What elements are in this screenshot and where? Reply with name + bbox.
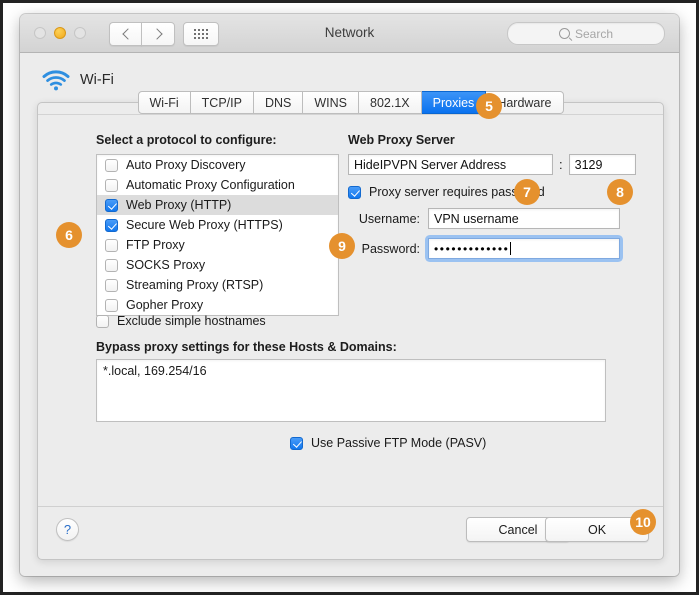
colon-separator: : xyxy=(559,157,563,172)
screen-frame: Network Search Wi-Fi Wi-Fi TCP/IP DNS WI… xyxy=(0,0,699,595)
passive-ftp-label: Use Passive FTP Mode (PASV) xyxy=(311,436,487,450)
protocol-row-socks-proxy[interactable]: SOCKS Proxy xyxy=(97,255,338,275)
tab-dns[interactable]: DNS xyxy=(253,91,304,114)
checkbox-web-proxy-http[interactable] xyxy=(105,198,118,212)
search-input[interactable]: Search xyxy=(507,22,665,45)
callout-badge-5: 5 xyxy=(476,93,502,119)
proxy-server-column: Web Proxy Server HideIPVPN Server Addres… xyxy=(348,133,636,259)
protocol-label-secure-web-proxy-https: Secure Web Proxy (HTTPS) xyxy=(126,218,283,232)
requires-password-row[interactable]: Proxy server requires password xyxy=(348,185,636,199)
checkbox-proxy-requires-password[interactable] xyxy=(348,185,361,199)
checkbox-socks-proxy[interactable] xyxy=(105,258,118,272)
tab-bar: Wi-Fi TCP/IP DNS WINS 802.1X Proxies Har… xyxy=(38,91,663,114)
help-button[interactable]: ? xyxy=(56,518,79,541)
protocol-row-streaming-proxy-rtsp[interactable]: Streaming Proxy (RTSP) xyxy=(97,275,338,295)
protocol-list-label: Select a protocol to configure: xyxy=(96,133,277,147)
callout-badge-9: 9 xyxy=(329,233,355,259)
callout-badge-10: 10 xyxy=(630,509,656,535)
exclude-simple-hostnames-row[interactable]: Exclude simple hostnames xyxy=(96,314,266,328)
exclude-simple-hostnames-label: Exclude simple hostnames xyxy=(117,314,266,328)
proxies-panel: Select a protocol to configure: Auto Pro… xyxy=(38,114,663,507)
search-placeholder: Search xyxy=(574,26,614,41)
passive-ftp-row[interactable]: Use Passive FTP Mode (PASV) xyxy=(290,436,486,450)
checkbox-passive-ftp[interactable] xyxy=(290,436,303,450)
tab-wins[interactable]: WINS xyxy=(303,91,359,114)
protocol-label-auto-proxy-discovery: Auto Proxy Discovery xyxy=(126,158,246,172)
password-field-focus-ring: ••••••••••••• xyxy=(428,238,620,259)
protocol-row-gopher-proxy[interactable]: Gopher Proxy xyxy=(97,295,338,315)
wifi-icon xyxy=(42,70,70,91)
protocol-label-web-proxy-http: Web Proxy (HTTP) xyxy=(126,198,232,212)
protocol-label-ftp-proxy: FTP Proxy xyxy=(126,238,185,252)
checkbox-ftp-proxy[interactable] xyxy=(105,238,118,252)
password-masked-value: ••••••••••••• xyxy=(434,241,510,256)
tab-8021x[interactable]: 802.1X xyxy=(359,91,422,114)
server-address-row: HideIPVPN Server Address : 3129 xyxy=(348,154,636,175)
username-label: Username: xyxy=(358,211,420,226)
text-caret xyxy=(510,242,512,255)
protocol-row-automatic-proxy-configuration[interactable]: Automatic Proxy Configuration xyxy=(97,175,338,195)
checkbox-automatic-proxy-configuration[interactable] xyxy=(105,178,118,192)
tab-wifi[interactable]: Wi-Fi xyxy=(137,91,191,114)
protocol-label-streaming-proxy-rtsp: Streaming Proxy (RTSP) xyxy=(126,278,264,292)
protocol-row-ftp-proxy[interactable]: FTP Proxy xyxy=(97,235,338,255)
protocol-row-auto-proxy-discovery[interactable]: Auto Proxy Discovery xyxy=(97,155,338,175)
network-preferences-window: Network Search Wi-Fi Wi-Fi TCP/IP DNS WI… xyxy=(20,14,679,576)
protocol-label-automatic-proxy-configuration: Automatic Proxy Configuration xyxy=(126,178,295,192)
callout-badge-7: 7 xyxy=(514,179,540,205)
service-header: Wi-Fi xyxy=(42,69,114,91)
search-icon xyxy=(558,28,570,39)
protocol-list[interactable]: Auto Proxy Discovery Automatic Proxy Con… xyxy=(96,154,339,316)
password-input[interactable]: ••••••••••••• xyxy=(428,238,620,259)
window-titlebar: Network Search xyxy=(20,14,679,53)
dialog-footer: ? Cancel OK xyxy=(38,506,663,559)
protocol-column: Select a protocol to configure: Auto Pro… xyxy=(96,133,339,316)
protocol-label-socks-proxy: SOCKS Proxy xyxy=(126,258,206,272)
checkbox-exclude-simple-hostnames[interactable] xyxy=(96,314,109,328)
bypass-list-label: Bypass proxy settings for these Hosts & … xyxy=(96,340,397,354)
service-name: Wi-Fi xyxy=(80,72,114,88)
protocol-label-gopher-proxy: Gopher Proxy xyxy=(126,298,204,312)
proxies-dialog: Wi-Fi TCP/IP DNS WINS 802.1X Proxies Har… xyxy=(37,91,664,560)
username-row: Username: VPN username xyxy=(348,208,636,229)
checkbox-auto-proxy-discovery[interactable] xyxy=(105,158,118,172)
username-input[interactable]: VPN username xyxy=(428,208,620,229)
protocol-row-web-proxy-http[interactable]: Web Proxy (HTTP) xyxy=(97,195,338,215)
password-label: Password: xyxy=(361,241,420,256)
checkbox-streaming-proxy-rtsp[interactable] xyxy=(105,278,118,292)
checkbox-secure-web-proxy-https[interactable] xyxy=(105,218,118,232)
web-proxy-server-label: Web Proxy Server xyxy=(348,133,455,147)
checkbox-gopher-proxy[interactable] xyxy=(105,298,118,312)
callout-badge-6: 6 xyxy=(56,222,82,248)
bypass-hosts-textarea[interactable]: *.local, 169.254/16 xyxy=(96,359,606,422)
proxy-port-input[interactable]: 3129 xyxy=(568,154,636,175)
proxy-server-input[interactable]: HideIPVPN Server Address xyxy=(348,154,553,175)
password-row: Password: ••••••••••••• xyxy=(348,238,636,259)
tab-tcpip[interactable]: TCP/IP xyxy=(190,91,254,114)
protocol-row-secure-web-proxy-https[interactable]: Secure Web Proxy (HTTPS) xyxy=(97,215,338,235)
window-body: Wi-Fi Wi-Fi TCP/IP DNS WINS 802.1X Proxi… xyxy=(20,53,679,576)
callout-badge-8: 8 xyxy=(607,179,633,205)
